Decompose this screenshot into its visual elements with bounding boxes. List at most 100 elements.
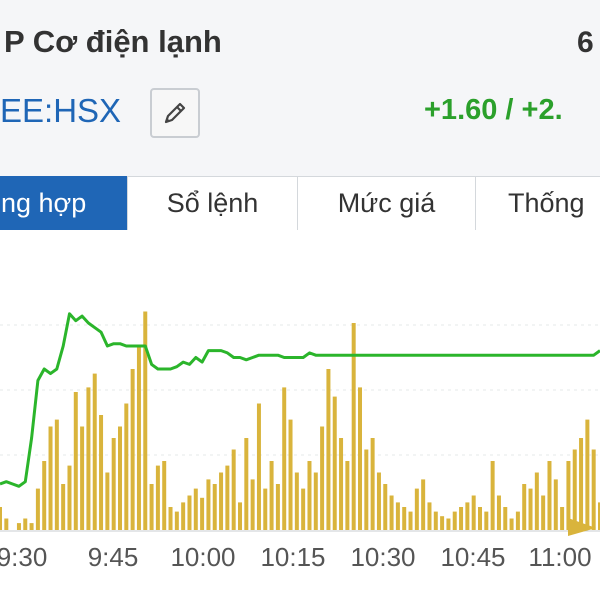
price-change: +1.60 / +2.	[424, 94, 563, 126]
tab-label: Mức giá	[337, 188, 436, 218]
volume-bar	[244, 438, 249, 530]
volume-bar	[73, 392, 78, 530]
volume-bar	[263, 488, 268, 530]
volume-bar	[490, 461, 495, 530]
volume-bar	[238, 502, 242, 530]
volume-bar	[452, 511, 457, 530]
volume-bar	[440, 516, 445, 530]
x-tick-label: 9:30	[0, 542, 47, 572]
volume-bar	[288, 419, 293, 530]
current-price: 6	[577, 26, 594, 59]
volume-bar	[111, 438, 116, 530]
volume-bar	[250, 479, 255, 530]
volume-bar	[54, 419, 59, 530]
volume-bar	[345, 461, 350, 530]
volume-bar	[86, 387, 91, 530]
volume-bar	[275, 484, 280, 530]
tab-order-book[interactable]: Sổ lệnh	[127, 176, 298, 230]
tab-price-levels[interactable]: Mức giá	[297, 176, 476, 230]
tab-label: ng hợp	[1, 188, 87, 218]
volume-bar	[509, 518, 514, 530]
volume-bar	[579, 438, 584, 530]
x-tick-label: 9:45	[88, 542, 139, 572]
volume-bar	[389, 495, 394, 530]
volume-bar	[332, 396, 337, 530]
volume-bar	[231, 449, 236, 530]
volume-bar	[484, 511, 489, 530]
volume-bar	[560, 507, 565, 530]
tab-label: Thống	[508, 188, 585, 218]
volume-bar	[591, 449, 596, 530]
volume-bar	[433, 511, 438, 530]
volume-bar	[136, 346, 141, 530]
volume-bar	[313, 472, 318, 530]
volume-bar	[282, 387, 287, 530]
volume-bar	[465, 502, 470, 530]
volume-bar	[320, 426, 325, 530]
volume-bar	[528, 488, 533, 530]
volume-bar	[29, 523, 34, 530]
volume-bar	[294, 472, 299, 530]
volume-bar	[61, 484, 66, 530]
volume-bar	[471, 495, 476, 530]
volume-bar	[307, 461, 312, 530]
company-name: P Cơ điện lạnh	[4, 24, 222, 59]
ticker-symbol[interactable]: EE:HSX	[0, 92, 121, 130]
x-tick-label: 11:00	[528, 542, 591, 572]
volume-bar	[149, 484, 154, 530]
volume-bar	[421, 479, 426, 530]
volume-bar	[339, 438, 344, 530]
volume-bar	[402, 507, 407, 530]
volume-bar	[181, 502, 186, 530]
volume-bar	[124, 403, 129, 530]
volume-bar	[364, 449, 369, 530]
volume-bar	[200, 497, 205, 530]
volume-bar	[256, 403, 261, 530]
volume-bar	[23, 518, 28, 530]
volume-bar	[225, 465, 230, 530]
volume-bar	[547, 461, 552, 530]
volume-bar	[383, 484, 388, 530]
volume-bar	[408, 511, 413, 530]
x-tick-label: 10:45	[440, 542, 505, 572]
volume-bar	[193, 488, 198, 530]
volume-bar	[503, 507, 508, 530]
intraday-chart: 9:30 9:45 10:00 10:15 10:30 10:45 11:00	[0, 230, 600, 600]
volume-bar	[99, 415, 104, 530]
volume-bar	[446, 518, 451, 530]
volume-bar	[496, 495, 501, 530]
tab-summary[interactable]: ng hợp	[0, 176, 128, 230]
volume-bar	[572, 449, 577, 530]
edit-button[interactable]	[150, 88, 200, 138]
volume-bar	[92, 373, 97, 530]
tab-statistics[interactable]: Thống	[475, 176, 600, 230]
volume-bar	[42, 461, 47, 530]
volume-bar	[395, 502, 400, 530]
volume-bar	[67, 465, 72, 530]
volume-bar	[16, 523, 21, 530]
volume-bar	[585, 419, 590, 530]
volume-bar	[301, 488, 306, 530]
volume-bar	[206, 479, 211, 530]
tab-bar: ng hợp Sổ lệnh Mức giá Thống	[0, 176, 600, 230]
volume-bar	[370, 438, 375, 530]
volume-bar	[376, 472, 381, 530]
volume-bar	[459, 507, 464, 530]
volume-bar	[35, 488, 40, 530]
volume-bar	[174, 511, 179, 530]
volume-bar	[187, 495, 192, 530]
volume-bar	[541, 495, 546, 530]
volume-bar	[269, 461, 274, 530]
volume-bar	[48, 426, 53, 530]
volume-bar	[553, 479, 558, 530]
volume-bar	[4, 518, 9, 530]
volume-bar	[414, 488, 419, 530]
volume-bar	[80, 426, 85, 530]
volume-bar	[534, 472, 539, 530]
pencil-icon	[164, 102, 186, 124]
volume-bar	[522, 484, 527, 530]
volume-bar	[219, 472, 224, 530]
x-tick-label: 10:15	[260, 542, 325, 572]
volume-bar	[130, 369, 135, 530]
volume-bar	[326, 369, 331, 530]
